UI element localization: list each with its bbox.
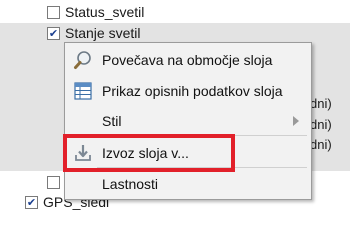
menu-item-label: Lastnosti (102, 176, 159, 192)
attribute-table-icon (72, 80, 94, 102)
layer-checkbox[interactable] (47, 175, 60, 189)
menu-item-zoom-to-layer[interactable]: Povečava na območje sloja (65, 45, 311, 75)
legend-fragment: dni) (310, 137, 332, 152)
legend-fragment: dni) (310, 96, 332, 111)
layer-checkbox[interactable] (47, 5, 60, 19)
layer-label: Stanje svetil (65, 25, 141, 41)
layer-checkbox[interactable]: ✔ (47, 27, 60, 40)
layer-checkbox[interactable]: ✔ (25, 195, 38, 209)
legend-fragment: dni) (310, 117, 332, 132)
menu-item-attribute-table[interactable]: Prikaz opisnih podatkov sloja (65, 76, 311, 106)
zoom-to-layer-icon (72, 49, 94, 71)
submenu-arrow-icon (293, 116, 299, 126)
menu-item-label: Povečava na območje sloja (102, 52, 273, 68)
layer-label: Status_svetil (65, 4, 145, 20)
menu-item-label: Izvoz sloja v... (102, 145, 189, 161)
layer-row-status-svetil[interactable]: Status_svetil (0, 1, 350, 23)
menu-item-properties[interactable]: Lastnosti (65, 169, 311, 199)
menu-item-label: Stil (102, 113, 122, 129)
menu-item-style[interactable]: Stil (65, 106, 311, 136)
menu-separator (97, 167, 307, 168)
menu-separator (97, 135, 307, 136)
menu-item-label: Prikaz opisnih podatkov sloja (102, 83, 283, 99)
layer-context-menu: Povečava na območje sloja Prikaz opisnih… (64, 42, 312, 200)
export-layer-icon (72, 142, 94, 164)
menu-item-export-layer[interactable]: Izvoz sloja v... (65, 138, 311, 168)
